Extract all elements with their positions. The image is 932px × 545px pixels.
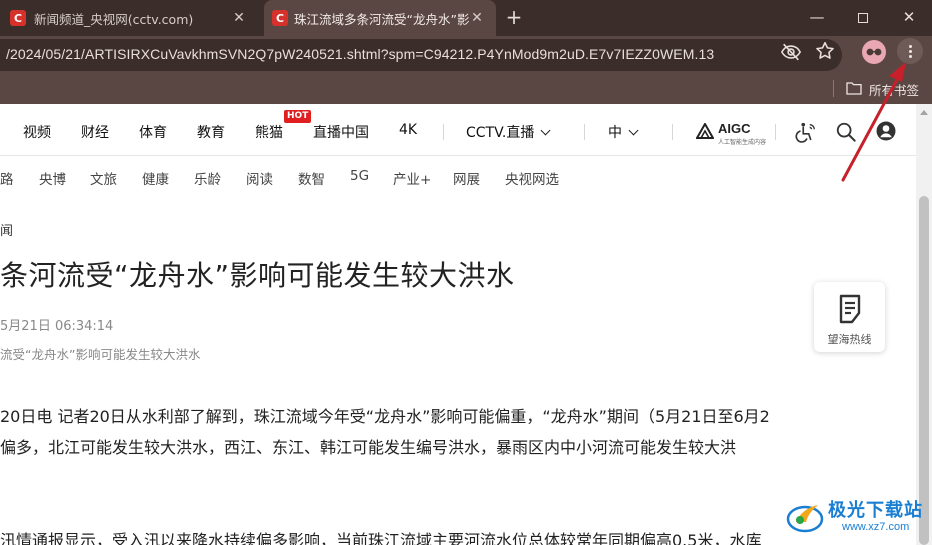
bookmarks-divider <box>833 80 834 97</box>
subnav-item[interactable]: 路 <box>0 168 14 188</box>
subnav-item[interactable]: 乐龄 <box>194 168 221 188</box>
folder-icon <box>846 82 862 95</box>
watermark-url: www.xz7.com <box>842 521 910 533</box>
close-window-button[interactable]: ✕ <box>886 0 932 36</box>
nav-item-4k[interactable]: 4K <box>399 122 417 138</box>
close-tab-icon[interactable]: ✕ <box>468 9 486 27</box>
subnav-item[interactable]: 央博 <box>39 168 66 188</box>
search-icon[interactable] <box>835 121 857 143</box>
hotline-label: 望海热线 <box>827 333 872 346</box>
nav-item-sports[interactable]: 体育 <box>139 122 167 142</box>
breadcrumb[interactable]: 闻 <box>0 220 13 239</box>
bookmarks-bar <box>0 74 932 104</box>
subnav-item[interactable]: 文旅 <box>90 168 117 188</box>
cctv-favicon-icon: C <box>10 10 26 26</box>
restore-button[interactable] <box>840 0 886 36</box>
profile-avatar[interactable] <box>862 40 886 64</box>
hot-badge: HOT <box>284 110 312 123</box>
watermark: 极光下载站 www.xz7.com <box>776 490 932 545</box>
menu-dot-icon <box>908 44 912 48</box>
article-title: 条河流受“龙舟水”影响可能发生较大洪水 <box>0 259 515 292</box>
subnav-item[interactable]: 阅读 <box>246 168 273 188</box>
nav-item-panda[interactable]: 熊猫 <box>255 122 283 142</box>
article-paragraph: 20日电 记者20日从水利部了解到，珠江流域今年受“龙舟水”影响可能偏重，“龙舟… <box>0 407 770 426</box>
all-bookmarks-button[interactable]: 所有书签 <box>869 80 919 99</box>
cctv-live-label: CCTV.直播 <box>466 125 535 141</box>
chevron-down-icon <box>540 125 551 136</box>
nav-divider <box>775 124 776 140</box>
language-dropdown[interactable]: 中 <box>608 122 639 142</box>
site-main-nav: 视频 财经 体育 教育 HOT 熊猫 直播中国 4K CCTV.直播 中 AIG… <box>0 104 916 156</box>
cctv-live-dropdown[interactable]: CCTV.直播 <box>466 122 551 142</box>
subnav-item[interactable]: 5G <box>350 168 369 184</box>
hotline-widget[interactable]: 望海热线 <box>814 282 885 352</box>
tab-active-article[interactable]: C 珠江流域多条河流受“龙舟水”影 ✕ <box>264 0 496 36</box>
site-sub-nav: 路 央博 文旅 健康 乐龄 阅读 数智 5G 产业+ 网展 央视网选 <box>0 156 916 194</box>
nav-divider <box>443 124 444 140</box>
nav-divider <box>672 124 673 140</box>
article-subtitle: 流受“龙舟水”影响可能发生较大洪水 <box>0 347 201 362</box>
nav-item-finance[interactable]: 财经 <box>81 122 109 142</box>
document-edit-icon <box>839 294 861 324</box>
minimize-button[interactable]: — <box>794 0 840 36</box>
profile-glasses-icon <box>866 48 882 56</box>
aigc-link[interactable]: AIGC <box>718 121 751 136</box>
address-url: /2024/05/21/ARTISIRXCuVavkhmSVN2Q7pW2405… <box>6 46 715 62</box>
subnav-item[interactable]: 网展 <box>453 168 480 188</box>
menu-dot-icon <box>908 54 912 58</box>
nav-divider <box>584 124 585 140</box>
scroll-up-arrow-icon[interactable] <box>920 110 928 115</box>
watermark-title: 极光下载站 <box>828 500 923 521</box>
browser-menu-button[interactable] <box>897 38 923 64</box>
subnav-item[interactable]: 产业+ <box>393 168 431 188</box>
subnav-item[interactable]: 数智 <box>298 168 325 188</box>
nav-item-video[interactable]: 视频 <box>23 122 51 142</box>
nav-item-live-china[interactable]: 直播中国 <box>313 122 369 142</box>
tab-title: 新闻频道_央视网(cctv.com) <box>34 11 194 27</box>
subnav-item[interactable]: 央视网选 <box>505 168 559 188</box>
article-paragraph: 偏多，北江可能发生较大洪水，西江、东江、韩江可能发生编号洪水，暴雨区内中小河流可… <box>0 438 737 457</box>
language-label: 中 <box>608 125 622 141</box>
chevron-down-icon <box>628 125 639 136</box>
eye-off-icon[interactable] <box>780 41 802 63</box>
subnav-item[interactable]: 健康 <box>142 168 169 188</box>
accessibility-icon[interactable] <box>795 121 817 143</box>
cctv-favicon-icon: C <box>272 10 288 26</box>
aigc-sublabel: 人工智能生成内容 <box>718 139 767 146</box>
user-account-icon[interactable] <box>876 121 896 141</box>
new-tab-button[interactable]: + <box>502 6 526 30</box>
restore-icon <box>858 12 868 23</box>
aigc-logo-icon <box>696 123 714 139</box>
bookmark-star-icon[interactable] <box>814 40 836 62</box>
tab-title: 珠江流域多条河流受“龙舟水”影 <box>294 11 470 27</box>
article-paragraph: 汛情通报显示，受入汛以来降水持续偏多影响，当前珠江流域主要河流水位总体较常年同期… <box>0 531 762 545</box>
close-tab-icon[interactable]: ✕ <box>230 9 248 27</box>
watermark-logo-icon <box>786 505 824 533</box>
publish-time: 5月21日 06:34:14 <box>0 319 114 334</box>
web-page: 视频 财经 体育 教育 HOT 熊猫 直播中国 4K CCTV.直播 中 AIG… <box>0 104 916 545</box>
menu-dot-icon <box>908 49 912 53</box>
address-bar[interactable]: /2024/05/21/ARTISIRXCuVavkhmSVN2Q7pW2405… <box>0 39 842 71</box>
tab-cctv-news[interactable]: C 新闻频道_央视网(cctv.com) ✕ <box>0 0 258 36</box>
nav-item-education[interactable]: 教育 <box>197 122 225 142</box>
